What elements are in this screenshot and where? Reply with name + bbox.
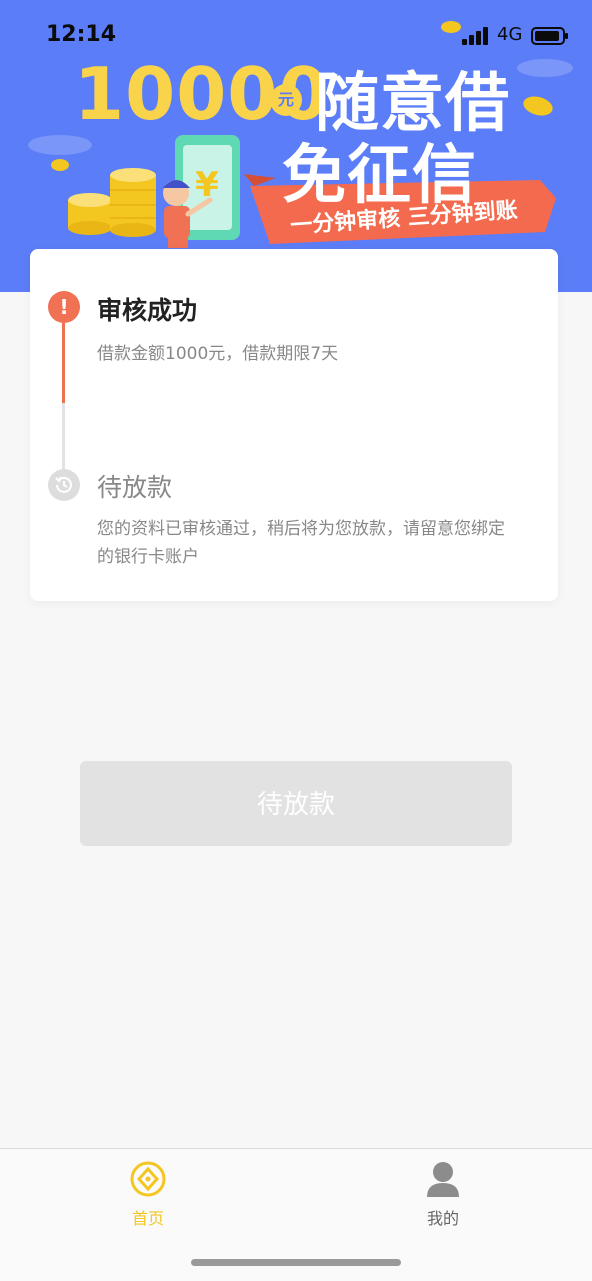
- user-icon: [427, 1162, 459, 1197]
- home-indicator[interactable]: [191, 1259, 401, 1266]
- step-title-pending: 待放款: [97, 473, 173, 502]
- exclamation-icon: !: [48, 291, 80, 323]
- signal-icon: [462, 27, 488, 45]
- banner-unit: 元: [270, 84, 302, 116]
- battery-icon: [531, 27, 568, 45]
- coin-stack-icon: [68, 168, 156, 237]
- tab-mine[interactable]: 我的: [373, 1159, 513, 1239]
- pending-disbursement-button[interactable]: 待放款: [80, 761, 512, 846]
- timeline-line-pending: [62, 403, 65, 469]
- tab-home[interactable]: 首页: [78, 1159, 218, 1239]
- network-type: 4G: [497, 24, 523, 45]
- step-desc-pending: 您的资料已审核通过，稍后将为您放款，请留意您绑定的银行卡账户: [97, 519, 505, 567]
- step-title-approved: 审核成功: [97, 296, 198, 325]
- clock-history-icon: [48, 469, 80, 501]
- step-desc-approved: 借款金额1000元，借款期限7天: [97, 344, 339, 364]
- status-time: 12:14: [46, 22, 117, 47]
- home-diamond-icon: [130, 1161, 166, 1197]
- loan-status-card: ! 审核成功 借款金额1000元，借款期限7天 待放款 您的资料已审核通过，稍后…: [30, 249, 558, 601]
- tab-mine-label: 我的: [426, 1209, 459, 1228]
- tab-home-label: 首页: [131, 1209, 164, 1228]
